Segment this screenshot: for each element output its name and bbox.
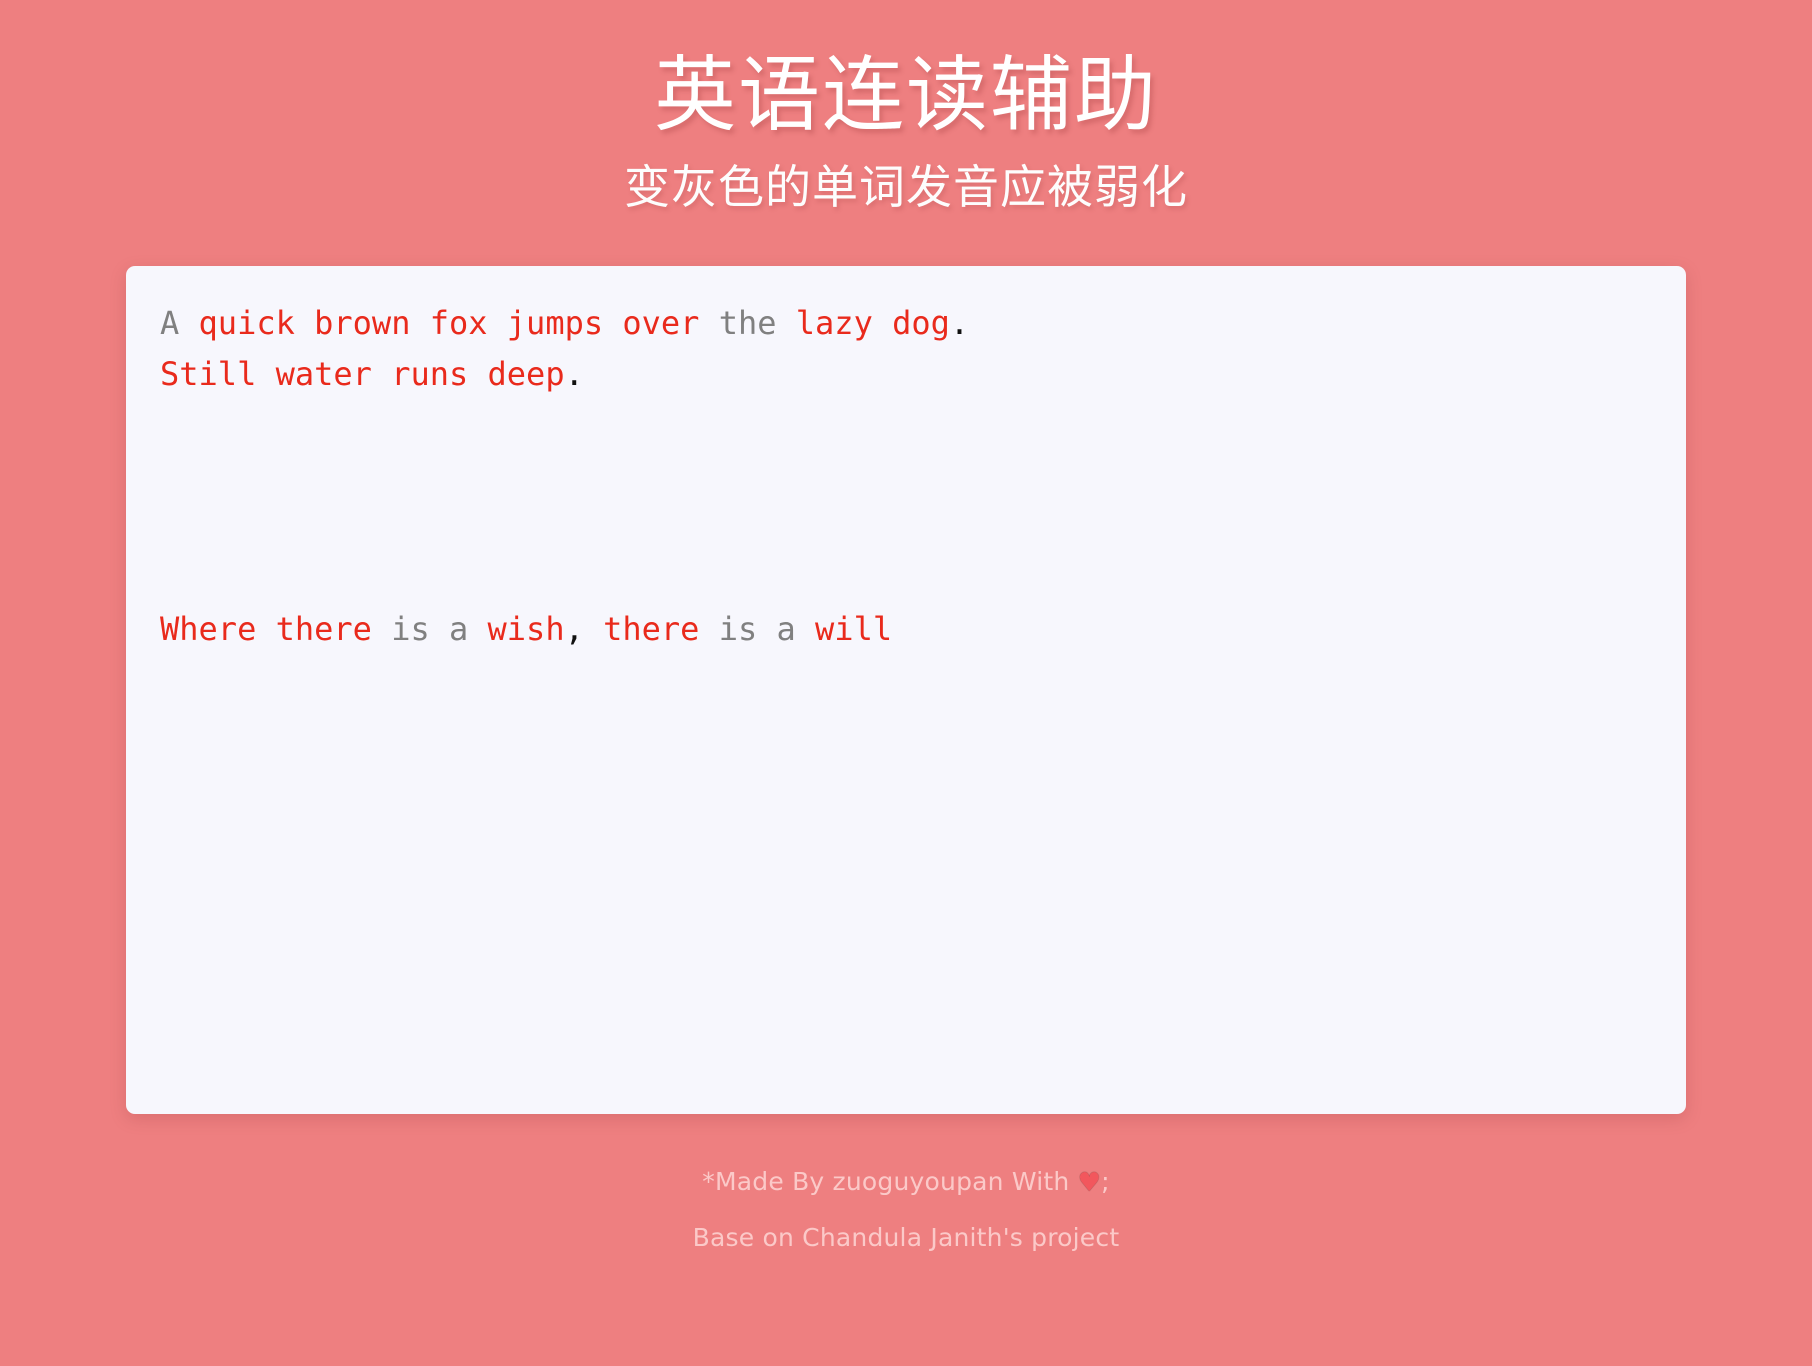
footer-credit-prefix: *Made By zuoguyoupan With (702, 1167, 1078, 1197)
editor-line[interactable]: Where there is a wish, there is a will (160, 604, 1652, 655)
strong-word-token[interactable]: brown (314, 304, 410, 342)
weak-word-token[interactable]: A (160, 304, 179, 342)
footer-base-line: Base on Chandula Janith's project (692, 1223, 1120, 1253)
weak-word-token[interactable]: the (719, 304, 777, 342)
strong-word-token[interactable]: quick (199, 304, 295, 342)
page-header: 英语连读辅助 变灰色的单词发音应被弱化 (0, 0, 1812, 216)
page-title: 英语连读辅助 (653, 48, 1158, 143)
strong-word-token[interactable]: Still (160, 355, 256, 393)
weak-word-token[interactable]: is (719, 610, 758, 648)
editor-line[interactable]: A quick brown fox jumps over the lazy do… (160, 298, 1652, 349)
linking-practice-textarea[interactable]: A quick brown fox jumps over the lazy do… (160, 298, 1652, 655)
footer-credit-suffix: ; (1101, 1167, 1110, 1197)
weak-word-token[interactable]: is (391, 610, 430, 648)
strong-word-token[interactable]: there (603, 610, 699, 648)
strong-word-token[interactable]: dog (892, 304, 950, 342)
strong-word-token[interactable]: wish (488, 610, 565, 648)
punctuation-token[interactable]: . (565, 355, 584, 393)
strong-word-token[interactable]: water (276, 355, 372, 393)
strong-word-token[interactable]: lazy (796, 304, 873, 342)
editor-line[interactable] (160, 451, 1652, 502)
editor-container: A quick brown fox jumps over the lazy do… (126, 266, 1686, 1115)
strong-word-token[interactable]: runs (391, 355, 468, 393)
footer-credit-line: *Made By zuoguyoupan With ♥; (0, 1154, 1812, 1210)
weak-word-token[interactable]: a (449, 610, 468, 648)
strong-word-token[interactable]: will (815, 610, 892, 648)
strong-word-token[interactable]: Where (160, 610, 256, 648)
heart-icon: ♥ (1077, 1168, 1102, 1199)
strong-word-token[interactable]: there (276, 610, 372, 648)
editor-card[interactable]: A quick brown fox jumps over the lazy do… (126, 266, 1686, 1115)
editor-line[interactable]: Still water runs deep. (160, 349, 1652, 400)
editor-line[interactable] (160, 553, 1652, 604)
weak-word-token[interactable]: a (777, 610, 796, 648)
editor-line[interactable] (160, 400, 1652, 451)
strong-word-token[interactable]: deep (488, 355, 565, 393)
strong-word-token[interactable]: jumps (507, 304, 603, 342)
editor-line[interactable] (160, 502, 1652, 553)
page-subtitle: 变灰色的单词发音应被弱化 (624, 159, 1188, 214)
punctuation-token[interactable]: . (950, 304, 969, 342)
strong-word-token[interactable]: fox (430, 304, 488, 342)
page-footer: *Made By zuoguyoupan With ♥; Base on Cha… (0, 1154, 1812, 1266)
punctuation-token[interactable]: , (565, 610, 584, 648)
strong-word-token[interactable]: over (622, 304, 699, 342)
